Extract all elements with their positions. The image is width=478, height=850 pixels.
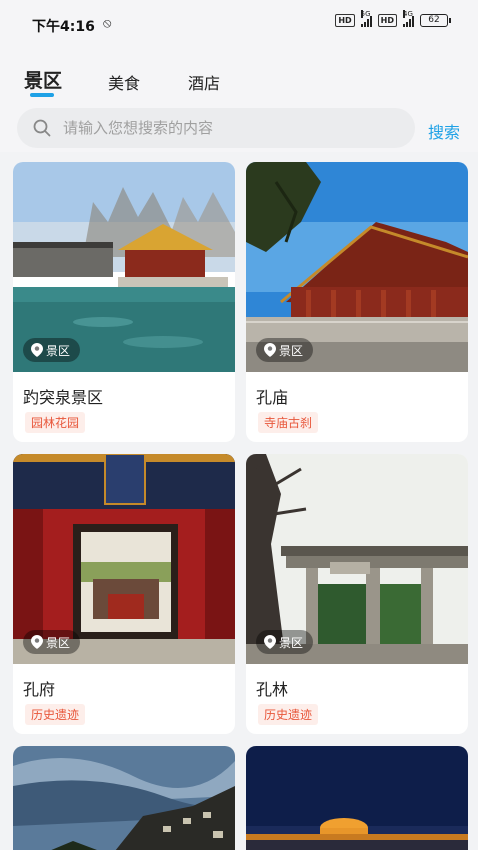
scenic-tag-label: 景区	[46, 635, 71, 650]
status-bar: 下午4:16 ⦸ HD 5G HD 4G 62	[0, 0, 478, 50]
search-icon	[33, 119, 51, 137]
category-badge: 历史遗迹	[25, 704, 86, 725]
status-icons: HD 5G HD 4G 62	[335, 9, 451, 27]
search-input[interactable]	[63, 108, 403, 148]
location-pin-icon	[264, 635, 276, 649]
active-tab-indicator	[30, 93, 54, 97]
attraction-card[interactable]: 景区 孔林 历史遗迹	[246, 454, 468, 734]
category-badge: 历史遗迹	[258, 704, 319, 725]
attraction-card[interactable]: 景区 孔府 历史遗迹	[13, 454, 235, 734]
location-pin-icon	[31, 343, 43, 357]
location-pin-icon	[264, 343, 276, 357]
attraction-photo	[13, 746, 235, 850]
attraction-title: 孔府	[23, 680, 56, 699]
scenic-tag-label: 景区	[279, 343, 304, 358]
scenic-tag-chip: 景区	[23, 630, 81, 654]
tab-scenic[interactable]: 景区	[24, 66, 62, 93]
search-row: 搜索	[0, 102, 478, 152]
scenic-tag-chip: 景区	[256, 630, 314, 654]
hd-icon-2: HD	[377, 14, 397, 27]
status-time: 下午4:16	[32, 19, 95, 35]
battery-icon: 62	[420, 14, 451, 27]
search-box[interactable]	[17, 108, 415, 148]
signal-5g-icon: 5G	[360, 9, 372, 27]
scenic-tag-chip: 景区	[256, 338, 314, 362]
attraction-card[interactable]	[13, 746, 235, 850]
signal-4g-icon: 4G	[403, 9, 414, 27]
hd-icon: HD	[335, 14, 355, 27]
attraction-title: 孔庙	[256, 388, 289, 407]
tab-food[interactable]: 美食	[108, 70, 140, 94]
scenic-tag-label: 景区	[46, 343, 71, 358]
scenic-tag-chip: 景区	[23, 338, 81, 362]
attraction-card[interactable]: 景区 趵突泉景区 园林花园	[13, 162, 235, 442]
category-badge: 园林花园	[25, 412, 86, 433]
attraction-title: 趵突泉景区	[23, 388, 104, 407]
category-tabs: 景区 美食 酒店	[0, 50, 478, 102]
tab-hotel[interactable]: 酒店	[188, 70, 220, 94]
attraction-card[interactable]	[246, 746, 468, 850]
attraction-photo	[246, 746, 468, 850]
scenic-tag-label: 景区	[279, 635, 304, 650]
location-pin-icon	[31, 635, 43, 649]
search-button[interactable]: 搜索	[428, 119, 460, 143]
attraction-card[interactable]: 景区 孔庙 寺庙古刹	[246, 162, 468, 442]
attraction-grid: 景区 趵突泉景区 园林花园 景区 孔庙 寺庙古刹 景区 孔府 历史遗迹 景区 孔…	[0, 152, 478, 850]
category-badge: 寺庙古刹	[258, 412, 319, 433]
attraction-title: 孔林	[256, 680, 289, 699]
mute-icon: ⦸	[103, 16, 112, 31]
